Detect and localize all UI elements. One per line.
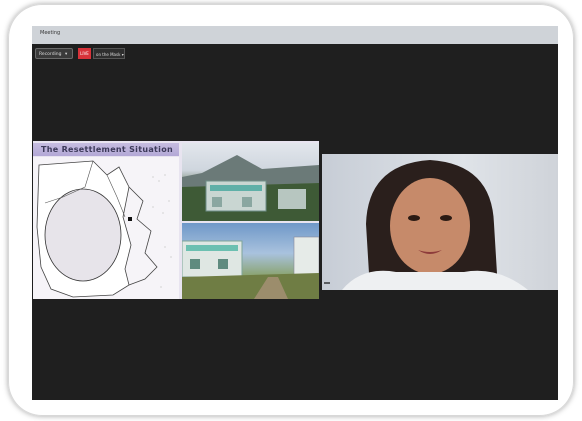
map-drawing	[33, 157, 179, 299]
photo-drawing-bottom	[181, 236, 319, 299]
shared-slide: The Resettlement Situation	[33, 141, 319, 299]
slide-title: The Resettlement Situation	[33, 143, 179, 156]
settlement-marker	[128, 217, 132, 221]
photo-resettlement-houses-volcano	[182, 143, 319, 221]
participant-name-label	[324, 282, 330, 284]
live-badge[interactable]: LIVE	[78, 48, 91, 59]
view-options-button[interactable]: on the Mask ▾	[93, 48, 125, 59]
chevron-down-icon: ▾	[121, 52, 124, 57]
caldera-ellipse	[44, 188, 122, 282]
participant-drawing	[342, 160, 528, 290]
recording-label: Recording	[39, 52, 62, 57]
view-options-label: on the Mask	[96, 52, 121, 57]
meeting-window: Meeting Recording ▾ LIVE on the Mask ▾ T…	[32, 26, 558, 400]
window-title: Meeting	[40, 30, 61, 36]
window-titlebar: Meeting	[32, 26, 558, 44]
chevron-down-icon: ▾	[64, 52, 68, 57]
resettlement-map	[33, 157, 179, 299]
photo-resettlement-street	[181, 223, 319, 299]
recording-button[interactable]: Recording ▾	[35, 48, 73, 59]
participant-video[interactable]	[322, 154, 558, 290]
photo-drawing-top	[182, 155, 319, 221]
meeting-toolbar: Recording ▾ LIVE on the Mask ▾	[32, 44, 558, 66]
